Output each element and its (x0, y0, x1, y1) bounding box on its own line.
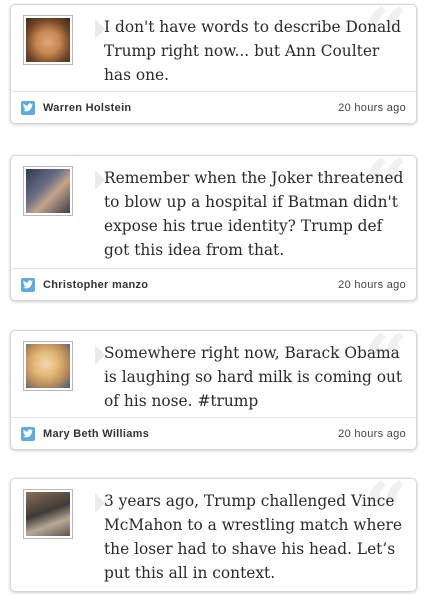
tweet-text: Remember when the Joker threatened to bl… (104, 169, 404, 259)
tweet-text: I don't have words to describe Donald Tr… (104, 18, 401, 84)
avatar[interactable] (23, 489, 73, 539)
tweet-card[interactable]: “ Remember when the Joker threatened to … (10, 155, 417, 301)
timestamp[interactable]: 20 hours ago (338, 279, 406, 291)
tweet-footer: Warren Holstein 20 hours ago (11, 91, 416, 123)
avatar[interactable] (23, 15, 73, 65)
author-name[interactable]: Mary Beth Williams (43, 428, 338, 440)
tweet-card[interactable]: “ Somewhere right now, Barack Obama is l… (10, 330, 417, 450)
tweet-text: 3 years ago, Trump challenged Vince McMa… (104, 492, 402, 582)
twitter-bird-icon[interactable] (21, 100, 35, 115)
timestamp[interactable]: 20 hours ago (338, 102, 406, 114)
tweet-card[interactable]: “ I don't have words to describe Donald … (10, 4, 417, 124)
tweet-card[interactable]: “ 3 years ago, Trump challenged Vince Mc… (10, 478, 417, 592)
avatar[interactable] (23, 341, 73, 391)
tweet-footer: Christopher manzo 20 hours ago (11, 268, 416, 300)
author-name[interactable]: Christopher manzo (43, 279, 338, 291)
twitter-bird-icon[interactable] (21, 426, 35, 441)
timestamp[interactable]: 20 hours ago (338, 428, 406, 440)
avatar[interactable] (23, 166, 73, 216)
twitter-bird-icon[interactable] (21, 277, 35, 292)
tweet-text: Somewhere right now, Barack Obama is lau… (104, 344, 403, 410)
tweet-footer: Mary Beth Williams 20 hours ago (11, 417, 416, 449)
author-name[interactable]: Warren Holstein (43, 102, 338, 114)
